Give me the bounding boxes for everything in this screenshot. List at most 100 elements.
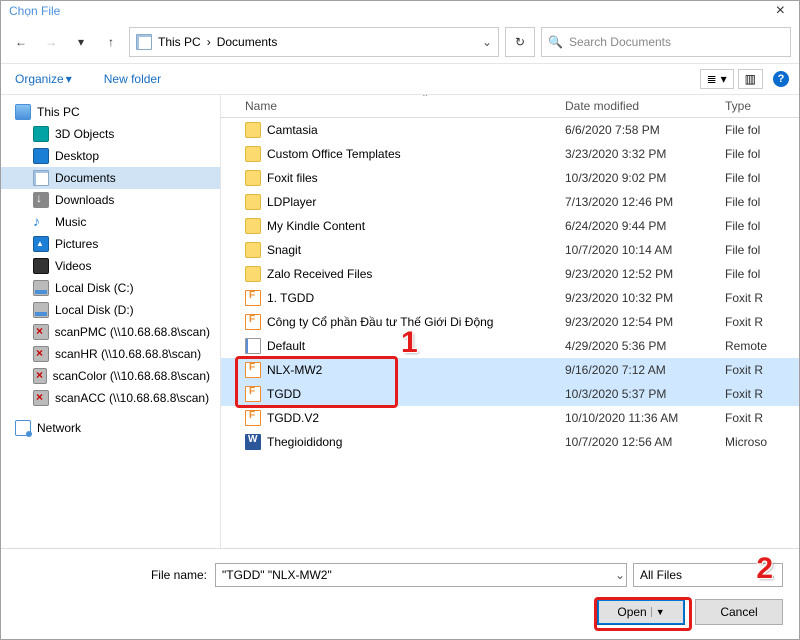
file-date: 10/3/2020 9:02 PM (565, 171, 725, 185)
breadcrumb-sep: › (207, 35, 211, 49)
file-row[interactable]: My Kindle Content6/24/2020 9:44 PMFile f… (221, 214, 799, 238)
file-row[interactable]: Thegioididong10/7/2020 12:56 AMMicroso (221, 430, 799, 454)
disk-icon (33, 302, 49, 318)
tree-item[interactable]: Network (1, 417, 220, 439)
location-folder-icon (136, 34, 152, 50)
file-date: 10/3/2020 5:37 PM (565, 387, 725, 401)
chevron-down-icon: ⌄ (766, 568, 776, 582)
tree-item-label: Network (37, 421, 81, 435)
tree-item[interactable]: Pictures (1, 233, 220, 255)
file-date: 9/16/2020 7:12 AM (565, 363, 725, 377)
window-title: Chọn File (9, 4, 770, 18)
column-headers: ⌃ Name Date modified Type (221, 95, 799, 118)
tree-item[interactable]: scanColor (\\10.68.68.8\scan) (1, 365, 220, 387)
preview-pane-button[interactable]: ▥ (738, 69, 763, 89)
file-date: 7/13/2020 12:46 PM (565, 195, 725, 209)
file-name: TGDD (267, 387, 301, 401)
new-folder-button[interactable]: New folder (100, 68, 165, 90)
up-icon[interactable]: ↑ (99, 30, 123, 54)
net-icon (15, 420, 31, 436)
chevron-down-icon[interactable]: ⌄ (615, 568, 625, 582)
tree-item[interactable]: Local Disk (C:) (1, 277, 220, 299)
file-open-dialog: Chọn File × ← → ▾ ↑ This PC › Documents … (0, 0, 800, 640)
foxit-icon (245, 290, 261, 306)
tree-item[interactable]: scanHR (\\10.68.68.8\scan) (1, 343, 220, 365)
tree-item[interactable]: Documents (1, 167, 220, 189)
breadcrumb-root[interactable]: This PC (158, 35, 201, 49)
file-date: 9/23/2020 12:54 PM (565, 315, 725, 329)
tree-item[interactable]: 3D Objects (1, 123, 220, 145)
tree-item-label: Downloads (55, 193, 114, 207)
tree-item-label: This PC (37, 105, 80, 119)
file-type: File fol (725, 267, 799, 281)
file-row[interactable]: TGDD.V210/10/2020 11:36 AMFoxit R (221, 406, 799, 430)
tree-item[interactable]: Local Disk (D:) (1, 299, 220, 321)
file-list: 1 Camtasia6/6/2020 7:58 PMFile folCustom… (221, 118, 799, 548)
view-options-button[interactable]: ≣ ▾ (700, 69, 734, 89)
back-icon[interactable]: ← (9, 30, 33, 54)
tree-item[interactable]: scanACC (\\10.68.68.8\scan) (1, 387, 220, 409)
file-name: TGDD.V2 (267, 411, 319, 425)
tree-item[interactable]: ♪ Music (1, 211, 220, 233)
chevron-down-icon: ▾ (721, 72, 727, 86)
search-placeholder: Search Documents (569, 35, 671, 49)
command-bar: Organize ▾ New folder ≣ ▾ ▥ ? (1, 64, 799, 95)
file-type: File fol (725, 123, 799, 137)
tree-item[interactable]: Videos (1, 255, 220, 277)
navigation-pane: This PC 3D ObjectsDesktopDocuments Downloa… (1, 95, 221, 548)
file-type: Foxit R (725, 387, 799, 401)
cancel-button[interactable]: Cancel (695, 599, 783, 625)
file-row[interactable]: Zalo Received Files9/23/2020 12:52 PMFil… (221, 262, 799, 286)
address-bar[interactable]: This PC › Documents ⌄ (129, 27, 499, 57)
folder-icon (245, 218, 261, 234)
file-row[interactable]: Công ty Cổ phần Đầu tư Thế Giới Di Động9… (221, 310, 799, 334)
refresh-icon[interactable]: ↻ (505, 27, 535, 57)
tree-item[interactable]: Desktop (1, 145, 220, 167)
tree-item[interactable]: scanPMC (\\10.68.68.8\scan) (1, 321, 220, 343)
chevron-down-icon[interactable]: ▼ (651, 607, 665, 617)
drive-x-icon (33, 390, 49, 406)
tree-item-label: Music (55, 215, 86, 229)
file-row[interactable]: 1. TGDD9/23/2020 10:32 PMFoxit R (221, 286, 799, 310)
file-date: 9/23/2020 12:52 PM (565, 267, 725, 281)
file-filter-combo[interactable]: All Files ⌄ (633, 563, 783, 587)
tree-item[interactable]: This PC (1, 101, 220, 123)
filename-input[interactable] (215, 563, 627, 587)
column-type[interactable]: Type (725, 99, 799, 113)
music-icon: ♪ (33, 214, 49, 230)
breadcrumb-leaf[interactable]: Documents (217, 35, 278, 49)
search-input[interactable]: 🔍 Search Documents (541, 27, 791, 57)
file-type: Foxit R (725, 411, 799, 425)
column-date[interactable]: Date modified (565, 99, 725, 113)
tree-item-label: scanPMC (\\10.68.68.8\scan) (55, 325, 210, 339)
file-row[interactable]: Default4/29/2020 5:36 PMRemote (221, 334, 799, 358)
dl-icon (33, 192, 49, 208)
file-row[interactable]: NLX-MW29/16/2020 7:12 AMFoxit R (221, 358, 799, 382)
sort-indicator-icon: ⌃ (421, 95, 429, 104)
file-row[interactable]: Custom Office Templates3/23/2020 3:32 PM… (221, 142, 799, 166)
tree-item-label: Local Disk (D:) (55, 303, 134, 317)
folder-icon (245, 194, 261, 210)
close-icon[interactable]: × (770, 2, 791, 20)
tree-item[interactable]: Downloads (1, 189, 220, 211)
help-icon[interactable]: ? (773, 71, 789, 87)
file-row[interactable]: TGDD 10/3/2020 5:37 PMFoxit R (221, 382, 799, 406)
pc-icon (15, 104, 31, 120)
file-date: 10/7/2020 12:56 AM (565, 435, 725, 449)
column-name[interactable]: Name (245, 99, 565, 113)
recent-locations-icon[interactable]: ▾ (69, 30, 93, 54)
teal-icon (33, 126, 49, 142)
drive-x-icon (33, 368, 47, 384)
file-row[interactable]: Snagit10/7/2020 10:14 AMFile fol (221, 238, 799, 262)
chevron-down-icon[interactable]: ⌄ (482, 35, 492, 49)
foxit-icon (245, 386, 261, 402)
file-row[interactable]: Camtasia6/6/2020 7:58 PMFile fol (221, 118, 799, 142)
file-row[interactable]: Foxit files10/3/2020 9:02 PMFile fol (221, 166, 799, 190)
file-row[interactable]: LDPlayer7/13/2020 12:46 PMFile fol (221, 190, 799, 214)
file-name: 1. TGDD (267, 291, 314, 305)
chevron-down-icon: ▾ (66, 72, 72, 86)
file-name: LDPlayer (267, 195, 316, 209)
open-button[interactable]: Open ▼ (597, 599, 685, 625)
forward-icon[interactable]: → (39, 30, 63, 54)
organize-menu[interactable]: Organize ▾ (11, 68, 76, 90)
